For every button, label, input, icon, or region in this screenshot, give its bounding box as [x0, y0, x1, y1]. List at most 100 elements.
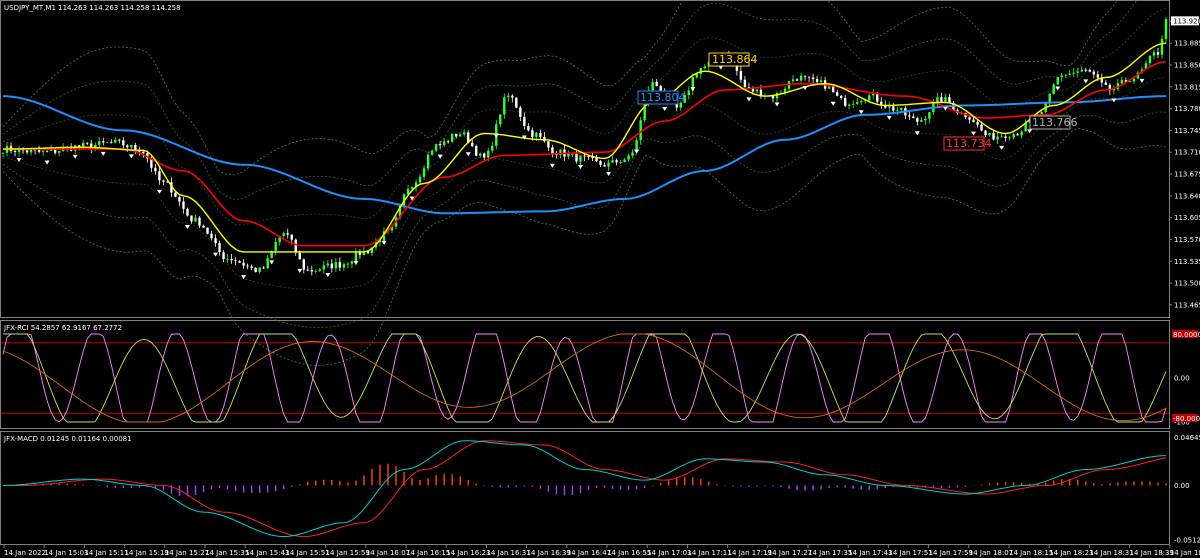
price-axis-label: 113.535: [1174, 258, 1200, 266]
time-axis-label: 14 Jan 15:19: [125, 549, 169, 557]
candle-body: [827, 86, 831, 89]
candle-body: [619, 162, 622, 163]
rci-axis-label: 0.00: [1174, 375, 1190, 383]
candle-body: [1020, 131, 1023, 136]
candle-body: [77, 145, 81, 147]
candle-body: [811, 77, 815, 79]
price-axis-label: 113.605: [1174, 214, 1200, 222]
candle-body: [1068, 73, 1071, 75]
candle-body: [110, 142, 113, 144]
price-tag-3-label: 113.766: [1032, 116, 1078, 129]
candle-body: [944, 97, 947, 102]
time-axis-label: 14 Jan 18:31: [1089, 549, 1133, 557]
candle-body: [218, 243, 221, 253]
candle-body: [547, 141, 550, 148]
candle-body: [234, 260, 237, 262]
candle-body: [996, 136, 999, 140]
candle-body: [422, 168, 426, 177]
candle-body: [491, 145, 494, 151]
candle-body: [651, 81, 654, 91]
candle: [206, 227, 209, 235]
candle-body: [1056, 77, 1059, 85]
candle-body: [791, 79, 795, 82]
candle-body: [1088, 69, 1092, 72]
candle-body: [326, 263, 330, 266]
candle-body: [1000, 136, 1003, 138]
candle-body: [611, 160, 614, 163]
candle-body: [483, 153, 486, 158]
candle-body: [639, 120, 642, 141]
candle-body: [334, 262, 338, 269]
candle-body: [912, 116, 915, 119]
candle-body: [775, 93, 779, 99]
time-axis-label: 14 Jan 16:23: [446, 549, 490, 557]
candle-body: [25, 150, 29, 153]
candle-body: [703, 66, 707, 69]
candle-body: [579, 155, 582, 162]
candle-body: [1092, 71, 1096, 75]
candle-body: [928, 112, 931, 119]
candle-body: [531, 130, 534, 137]
candle-body: [286, 233, 289, 235]
candle-body: [815, 78, 819, 82]
candle-body: [1004, 136, 1007, 139]
candle-body: [856, 102, 859, 104]
candle-body: [507, 95, 510, 98]
rci-header: JFX-RCI 54.2857 62.9167 67.2772: [3, 324, 122, 332]
time-axis-label: 14 Jan 15:35: [205, 549, 249, 557]
candle-body: [1132, 78, 1136, 82]
price-axis-label: 113.885: [1174, 40, 1200, 48]
candle-body: [908, 115, 911, 117]
candle-body: [687, 90, 690, 95]
candle-body: [803, 75, 807, 77]
candle-body: [306, 269, 309, 271]
price-tag-4: 113.734: [943, 136, 992, 151]
candle-body: [807, 76, 811, 78]
candle-body: [739, 71, 743, 80]
candle-body: [1120, 80, 1124, 84]
candle-body: [314, 270, 318, 272]
time-axis-label: 14 Jan 17:35: [808, 549, 852, 557]
candle-body: [892, 106, 895, 111]
time-axis-label: 14 Jan 15:27: [165, 549, 209, 557]
candle-body: [523, 116, 526, 126]
candle-body: [438, 144, 442, 146]
candle: [1056, 76, 1059, 86]
candle-body: [1072, 72, 1075, 74]
price-tag-1: 113.864: [708, 52, 758, 67]
candle-body: [246, 265, 249, 267]
candle-body: [851, 103, 855, 105]
current-price-label: 113.920: [1173, 17, 1200, 25]
candle-body: [154, 167, 157, 172]
candle-body: [1104, 82, 1108, 85]
candle-body: [230, 258, 233, 261]
time-axis-label: 14 Jan 2022: [4, 549, 46, 557]
candle-body: [238, 261, 241, 263]
price-tag-2-label: 113.804: [640, 91, 686, 104]
candle-body: [1076, 71, 1079, 73]
price-tag-2: 113.804: [637, 90, 686, 105]
candle-body: [302, 259, 305, 270]
trading-chart[interactable]: 113.920 113.885 113.850 113.815 113.780 113.7…: [0, 0, 1200, 558]
candle-body: [968, 117, 971, 120]
candle-body: [178, 196, 181, 202]
candle-body: [1148, 55, 1152, 64]
candle-body: [1156, 52, 1160, 55]
time-axis-label: 14 Jan 17:51: [888, 549, 932, 557]
time-axis-label: 14 Jan 16:31: [486, 549, 530, 557]
price-tag-4-label: 113.734: [946, 137, 992, 150]
candle-body: [330, 263, 334, 269]
candle-body: [194, 217, 197, 222]
price-axis-label: 113.570: [1174, 236, 1200, 244]
candle-body: [1064, 74, 1067, 76]
candle: [475, 144, 478, 157]
candle-body: [242, 262, 245, 266]
candle-body: [122, 140, 125, 146]
candle-body: [631, 152, 634, 156]
candle-body: [262, 267, 265, 269]
candle: [174, 192, 177, 198]
candle-body: [198, 217, 201, 226]
candle-body: [1164, 19, 1168, 39]
time-axis-label: 14 Jan 17:27: [768, 549, 812, 557]
candle-body: [222, 252, 225, 260]
